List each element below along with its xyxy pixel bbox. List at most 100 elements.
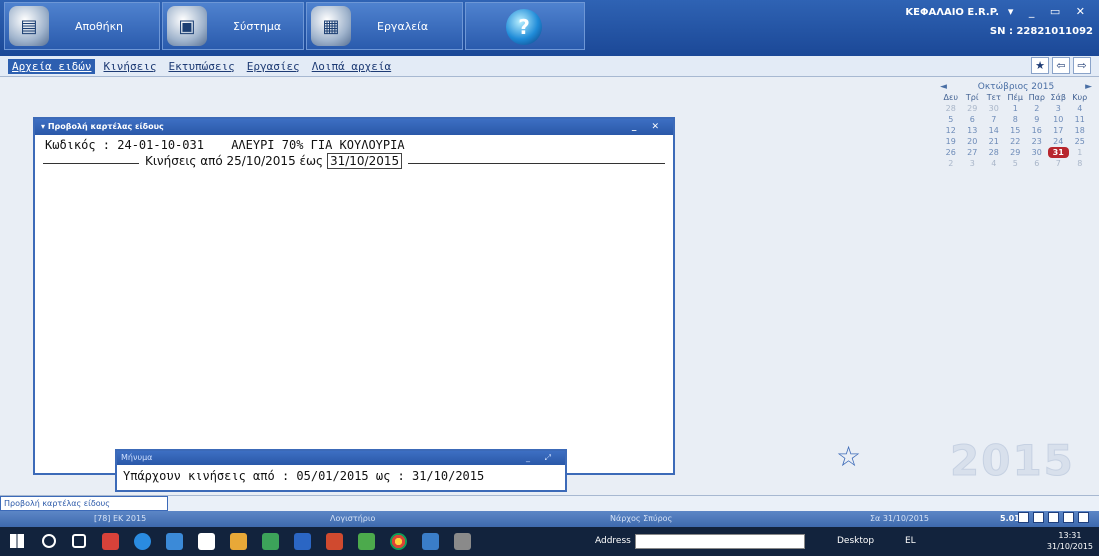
calendar-day[interactable]: 23 <box>1026 136 1048 147</box>
calendar-day[interactable]: 5 <box>940 114 962 125</box>
calendar-day[interactable]: 21 <box>983 136 1005 147</box>
excel-icon[interactable] <box>262 533 279 550</box>
calendar-day[interactable]: 3 <box>1048 103 1070 114</box>
calendar-day[interactable]: 14 <box>983 125 1005 136</box>
clock[interactable]: 13:31 31/10/2015 <box>1047 530 1093 552</box>
store-icon[interactable] <box>198 533 215 550</box>
window-controls[interactable]: ▾ _ ▭ ✕ <box>1008 5 1091 18</box>
menu-buttons: ★ ⇦ ⇨ <box>1031 57 1091 74</box>
calendar-day[interactable]: 3 <box>962 158 984 169</box>
mail-icon[interactable] <box>1078 512 1089 523</box>
calendar-day[interactable]: 18 <box>1069 125 1091 136</box>
menu-item-other-files[interactable]: Λοιπά αρχεία <box>308 59 395 74</box>
calendar-month: Οκτώβριος 2015 <box>977 82 1055 92</box>
calendar-day[interactable]: 28 <box>983 147 1005 158</box>
app-icon-2[interactable] <box>230 533 247 550</box>
favorite-star-icon[interactable]: ★ <box>1031 57 1049 74</box>
address-input[interactable] <box>635 534 805 549</box>
calendar-day[interactable]: 4 <box>983 158 1005 169</box>
calendar-day[interactable]: 16 <box>1026 125 1048 136</box>
calendar-day[interactable]: 13 <box>962 125 984 136</box>
calendar-day[interactable]: 27 <box>962 147 984 158</box>
end-date-field[interactable]: 31/10/2015 <box>326 153 403 169</box>
calendar-day[interactable]: 29 <box>962 103 984 114</box>
calendar-day[interactable]: 15 <box>1005 125 1027 136</box>
print-icon[interactable] <box>1033 512 1044 523</box>
calendar-day[interactable]: 19 <box>940 136 962 147</box>
forward-arrow-icon[interactable]: ⇨ <box>1073 57 1091 74</box>
calendar-day[interactable]: 8 <box>1069 158 1091 169</box>
menu-item-tasks[interactable]: Εργασίες <box>243 59 304 74</box>
warehouse-button[interactable]: ▤ Αποθήκη <box>4 2 160 50</box>
calendar-day[interactable]: 1 <box>1069 147 1091 158</box>
status-tab[interactable]: Προβολή καρτέλας είδους <box>0 496 168 511</box>
calendar-week: 12 13 14 15 16 17 18 <box>940 125 1092 136</box>
calendar-day[interactable]: 20 <box>962 136 984 147</box>
desktop-toolbar[interactable]: Desktop <box>837 536 874 546</box>
calendar-weekdays: Δευ Τρί Τετ Πέμ Παρ Σάβ Κυρ <box>940 92 1092 103</box>
star-icon[interactable]: ☆ <box>836 440 861 473</box>
calendar-next-icon[interactable]: ► <box>1085 82 1092 92</box>
calendar-day[interactable]: 10 <box>1048 114 1070 125</box>
taskbar: Address Desktop EL 13:31 31/10/2015 <box>0 527 1099 556</box>
calendar-weekday: Δευ <box>943 93 958 102</box>
folder-icon[interactable] <box>166 533 183 550</box>
calendar-prev-icon[interactable]: ◄ <box>940 82 947 92</box>
item-description: ΑΛΕΥΡΙ 70% ΓΙΑ ΚΟΥΛΟΥΡΙΑ <box>231 138 405 152</box>
calendar-day[interactable]: 12 <box>940 125 962 136</box>
menu-item-movements[interactable]: Κινήσεις <box>99 59 160 74</box>
windows-start-icon[interactable] <box>10 534 24 548</box>
calendar-day[interactable]: 2 <box>940 158 962 169</box>
calendar-day[interactable]: 1 <box>1005 103 1027 114</box>
system-button[interactable]: ▣ Σύστημα <box>162 2 304 50</box>
top-toolbar: ▤ Αποθήκη ▣ Σύστημα ▦ Εργαλεία ? ΚΕΦΑΛΑΙ… <box>0 0 1099 56</box>
message-controls[interactable]: _ ⤢ <box>526 451 557 465</box>
calendar-day[interactable]: 2 <box>1026 103 1048 114</box>
calendar-day[interactable]: 31 <box>1047 147 1069 158</box>
calendar-day[interactable]: 22 <box>1005 136 1027 147</box>
calendar-day[interactable]: 30 <box>1026 147 1048 158</box>
calendar-weekday: Παρ <box>1028 93 1045 102</box>
back-arrow-icon[interactable]: ⇦ <box>1052 57 1070 74</box>
item-card-window-controls[interactable]: _ ✕ <box>632 119 665 135</box>
calendar-day[interactable]: 7 <box>983 114 1005 125</box>
calendar-day[interactable]: 11 <box>1069 114 1091 125</box>
calendar-day[interactable]: 6 <box>962 114 984 125</box>
kefalaio-icon[interactable] <box>454 533 471 550</box>
help-button[interactable]: ? <box>465 2 585 50</box>
calendar-day[interactable]: 29 <box>1005 147 1027 158</box>
chrome-icon[interactable] <box>390 533 407 550</box>
calendar-day[interactable]: 4 <box>1069 103 1091 114</box>
date-range-row: Κινήσεις από 25/10/2015 έως 31/10/2015 <box>43 153 665 174</box>
app-icon-1[interactable] <box>102 533 119 550</box>
user-icon[interactable] <box>1018 512 1029 523</box>
menu-item-prints[interactable]: Εκτυπώσεις <box>164 59 238 74</box>
calendar-day[interactable]: 7 <box>1048 158 1070 169</box>
calendar-weekday: Κυρ <box>1072 93 1088 102</box>
powerpoint-icon[interactable] <box>326 533 343 550</box>
mail-app-icon[interactable] <box>422 533 439 550</box>
warehouse-button-label: Αποθήκη <box>75 19 124 33</box>
calendar-day[interactable]: 28 <box>940 103 962 114</box>
calendar-day[interactable]: 8 <box>1005 114 1027 125</box>
calendar-day[interactable]: 30 <box>983 103 1005 114</box>
grid-icon[interactable] <box>1048 512 1059 523</box>
edge-icon[interactable] <box>134 533 151 550</box>
calculator-icon: ▦ <box>311 6 351 46</box>
calendar-day[interactable]: 5 <box>1005 158 1027 169</box>
tools-button[interactable]: ▦ Εργαλεία <box>306 2 463 50</box>
app-title: ΚΕΦΑΛΑΙΟ E.R.P. <box>905 7 999 18</box>
word-icon[interactable] <box>294 533 311 550</box>
calendar-day[interactable]: 9 <box>1026 114 1048 125</box>
settings-icon[interactable] <box>1063 512 1074 523</box>
calendar-day[interactable]: 24 <box>1048 136 1070 147</box>
publisher-icon[interactable] <box>358 533 375 550</box>
search-icon[interactable] <box>42 534 56 548</box>
menu-item-item-files[interactable]: Αρχεία ειδών <box>8 58 96 74</box>
task-view-icon[interactable] <box>72 534 86 548</box>
calendar-day[interactable]: 17 <box>1048 125 1070 136</box>
calendar-day[interactable]: 25 <box>1069 136 1091 147</box>
calendar-day[interactable]: 26 <box>940 147 962 158</box>
language-indicator[interactable]: EL <box>905 536 916 546</box>
calendar-day[interactable]: 6 <box>1026 158 1048 169</box>
